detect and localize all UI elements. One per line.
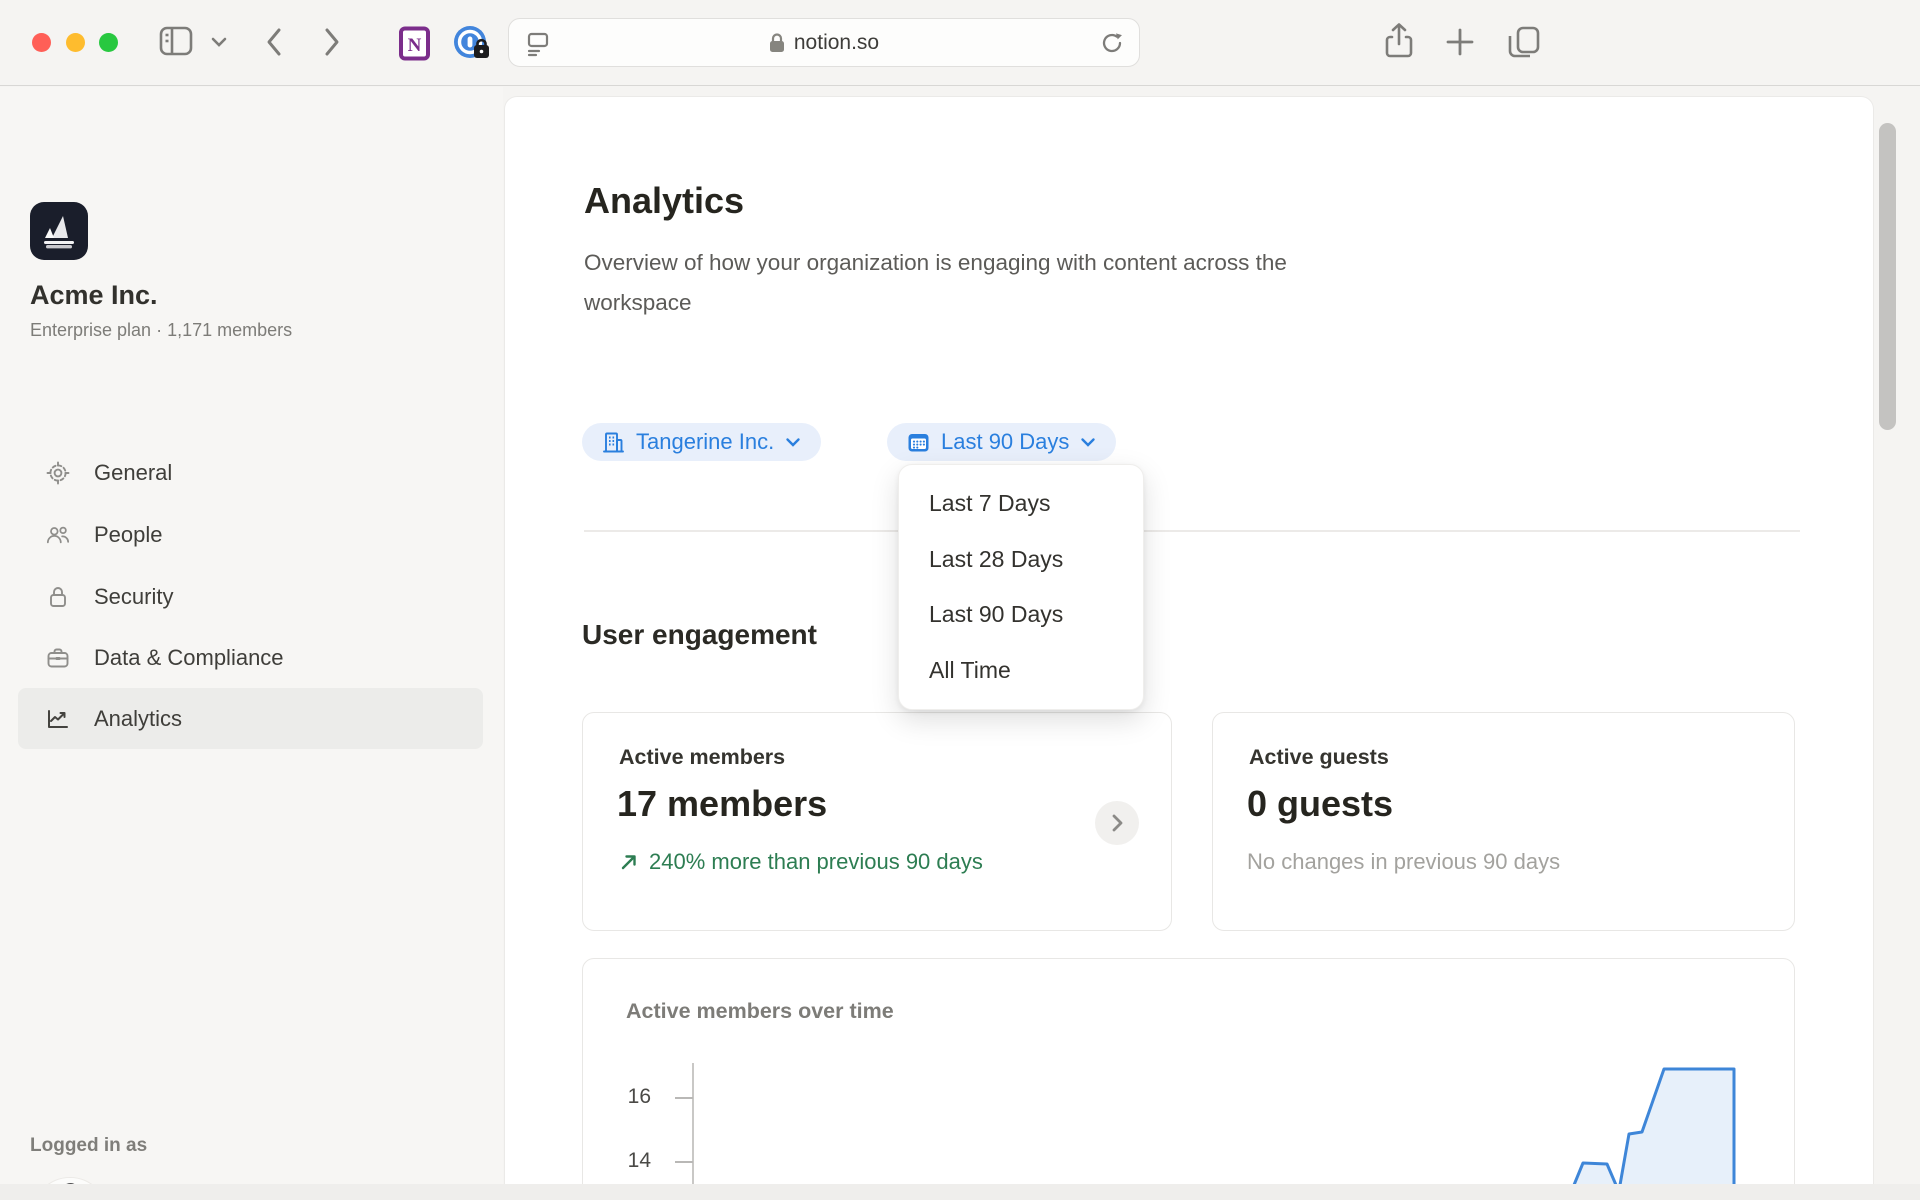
gear-icon: [46, 461, 70, 485]
share-button[interactable]: [1384, 22, 1414, 62]
menu-item-last-90-days[interactable]: Last 90 Days: [907, 590, 1135, 640]
menu-item-all-time[interactable]: All Time: [907, 645, 1135, 695]
section-title: User engagement: [582, 619, 817, 651]
card-value: 17 members: [617, 783, 827, 825]
url-text: notion.so: [794, 31, 879, 55]
date-range-dropdown-menu: Last 7 Days Last 28 Days Last 90 Days Al…: [898, 464, 1144, 710]
notion-extension-icon[interactable]: N: [398, 26, 431, 61]
page-description: Overview of how your organization is eng…: [584, 243, 1354, 323]
page-title: Analytics: [584, 180, 744, 222]
browser-toolbar: N notion.so: [0, 0, 1920, 86]
sidebar-item-label: Data & Compliance: [94, 645, 284, 671]
svg-text:N: N: [408, 35, 422, 56]
card-note: No changes in previous 90 days: [1247, 849, 1560, 875]
card-label: Active members: [619, 745, 785, 770]
logged-in-as-label: Logged in as: [30, 1135, 147, 1157]
back-button[interactable]: [262, 24, 286, 60]
window-bottom-edge: [0, 1184, 1920, 1200]
sidebar-item-label: General: [94, 460, 172, 486]
workspace-filter-label: Tangerine Inc.: [636, 429, 774, 455]
card-value: 0 guests: [1247, 783, 1393, 825]
address-bar[interactable]: notion.so: [508, 18, 1140, 67]
date-range-filter-label: Last 90 Days: [941, 429, 1069, 455]
sidebar-item-data-compliance[interactable]: Data & Compliance: [18, 627, 483, 688]
sidebar-toggle-icon[interactable]: [158, 24, 196, 58]
section-divider: [584, 530, 1800, 532]
card-note: 240% more than previous 90 days: [619, 849, 983, 875]
workspace-filter-button[interactable]: Tangerine Inc.: [582, 423, 821, 461]
sidebar-item-people[interactable]: People: [18, 504, 483, 565]
tab-overview-button[interactable]: [1506, 24, 1542, 60]
briefcase-icon: [46, 646, 70, 670]
close-window-button[interactable]: [32, 33, 51, 52]
chevron-down-icon[interactable]: [210, 36, 228, 48]
menu-item-last-7-days[interactable]: Last 7 Days: [907, 479, 1135, 529]
chevron-down-icon: [785, 437, 801, 448]
trend-up-icon: [619, 852, 639, 872]
password-manager-extension-icon[interactable]: [452, 24, 492, 64]
lock-icon: [46, 585, 70, 609]
card-note-text: 240% more than previous 90 days: [649, 849, 983, 875]
org-logo: [30, 202, 88, 260]
trend-chart-icon: [46, 707, 70, 731]
zoom-window-button[interactable]: [99, 33, 118, 52]
sidebar-item-label: Analytics: [94, 706, 182, 732]
building-icon: [602, 431, 625, 454]
sailboat-icon: [39, 211, 79, 251]
org-name: Acme Inc.: [30, 280, 158, 311]
minimize-window-button[interactable]: [66, 33, 85, 52]
card-detail-button[interactable]: [1095, 801, 1139, 845]
menu-item-last-28-days[interactable]: Last 28 Days: [907, 534, 1135, 584]
active-guests-card: Active guests 0 guests No changes in pre…: [1212, 712, 1795, 931]
sidebar-item-security[interactable]: Security: [18, 566, 483, 627]
active-members-card: Active members 17 members 240% more than…: [582, 712, 1172, 931]
scrollbar-thumb[interactable]: [1879, 123, 1896, 430]
sidebar-item-analytics[interactable]: Analytics: [18, 688, 483, 749]
settings-sidebar: Acme Inc. Enterprise plan · 1,171 member…: [0, 87, 503, 1200]
forward-button[interactable]: [320, 24, 344, 60]
lock-icon: [769, 32, 785, 53]
reload-icon[interactable]: [1099, 30, 1125, 61]
org-plan-members: Enterprise plan · 1,171 members: [30, 320, 292, 341]
sidebar-item-label: People: [94, 522, 163, 548]
card-label: Active guests: [1249, 745, 1389, 770]
active-members-chart-card: Active members over time 16 14: [582, 958, 1795, 1200]
new-tab-button[interactable]: [1444, 26, 1476, 58]
calendar-icon: [907, 431, 930, 454]
sidebar-item-label: Security: [94, 584, 173, 610]
sidebar-item-general[interactable]: General: [18, 442, 483, 503]
chevron-down-icon: [1080, 437, 1096, 448]
date-range-filter-button[interactable]: Last 90 Days: [887, 423, 1116, 461]
people-icon: [46, 523, 70, 547]
chevron-right-icon: [1110, 812, 1125, 834]
area-chart: [583, 959, 1794, 1185]
